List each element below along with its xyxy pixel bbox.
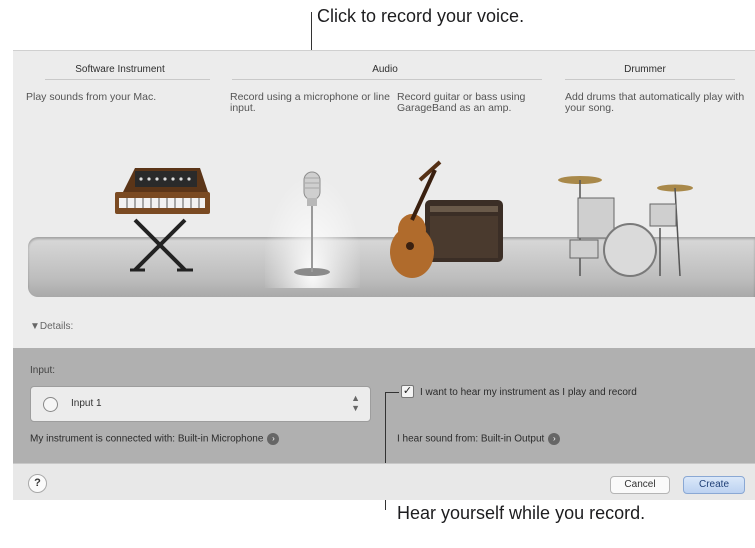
- header-divider: [45, 79, 210, 80]
- input-value: Input 1: [71, 398, 102, 409]
- drum-kit-icon[interactable]: [550, 168, 710, 283]
- output-text: I hear sound from: Built-in Output: [397, 433, 545, 445]
- category-software-instrument-title[interactable]: Software Instrument: [40, 64, 200, 75]
- updown-stepper-icon[interactable]: ▲ ▼: [351, 393, 360, 413]
- category-guitar-description: Record guitar or bass using GarageBand a…: [397, 91, 526, 114]
- callout-leader-tick: [385, 392, 399, 393]
- input-label: Input:: [30, 365, 56, 376]
- output-label: I hear sound from: Built-in Output ›: [397, 433, 561, 445]
- connected-with-text: My instrument is connected with: Built-i…: [30, 433, 264, 445]
- category-software-instrument-description: Play sounds from your Mac.: [26, 91, 157, 103]
- microphone-icon[interactable]: [290, 160, 335, 280]
- callout-hear-yourself: Hear yourself while you record.: [397, 503, 646, 523]
- guitar-amp-icon[interactable]: [380, 160, 510, 285]
- keyboard-synth-icon[interactable]: [105, 150, 225, 280]
- callout-record-voice: Click to record your voice.: [317, 6, 525, 26]
- details-disclosure[interactable]: ▼Details:: [30, 321, 73, 332]
- monitor-checkbox-label: I want to hear my instrument as I play a…: [420, 387, 637, 398]
- monitor-checkbox[interactable]: ✓: [401, 385, 414, 398]
- category-mic-description: Record using a microphone or line input.: [230, 91, 390, 114]
- category-drummer-description: Add drums that automatically play with y…: [565, 91, 745, 114]
- header-divider: [232, 79, 542, 80]
- create-button[interactable]: Create: [683, 476, 745, 494]
- chevron-right-icon[interactable]: ›: [548, 433, 561, 445]
- chevron-right-icon[interactable]: ›: [267, 433, 280, 445]
- category-audio-title[interactable]: Audio: [345, 64, 425, 75]
- connected-with-label: My instrument is connected with: Built-i…: [30, 433, 280, 445]
- cancel-button[interactable]: Cancel: [610, 476, 670, 494]
- input-select[interactable]: Input 1 ▲ ▼: [30, 386, 371, 422]
- help-button[interactable]: ?: [28, 474, 47, 493]
- category-drummer-title[interactable]: Drummer: [580, 64, 710, 75]
- input-radio-icon: [43, 397, 58, 412]
- header-divider: [565, 79, 735, 80]
